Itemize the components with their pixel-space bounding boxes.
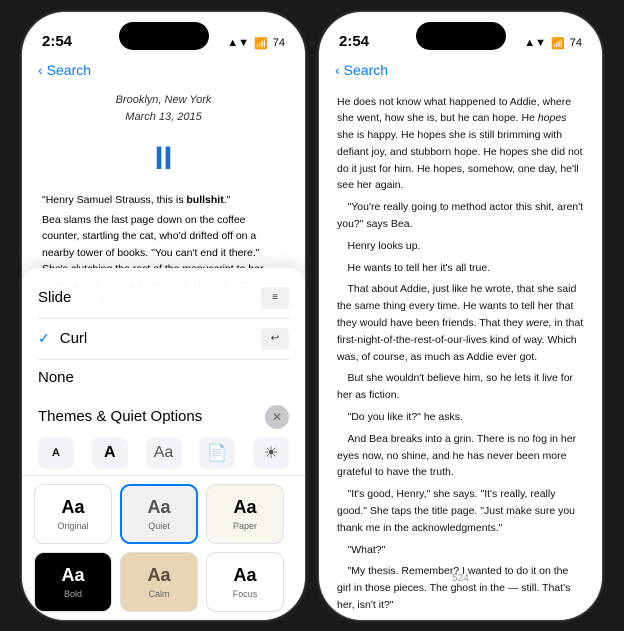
slide-text: Slide: [38, 289, 71, 306]
bold-sample: Aa: [61, 565, 84, 586]
book-para-1: "Henry Samuel Strauss, this is bullshit.…: [42, 192, 285, 208]
right-phone: 2:54 ▲▼ 📶 74 ‹ Search He does not know w…: [318, 11, 603, 621]
signal-icon: ▲▼: [227, 37, 249, 49]
slide-label: Slide: [38, 289, 71, 306]
chapter-number: II: [42, 133, 285, 184]
time-left: 2:54: [42, 33, 72, 50]
focus-label: Focus: [233, 589, 258, 599]
back-label-right: Search: [344, 62, 388, 78]
back-button-left[interactable]: ‹ Search: [38, 62, 289, 78]
font-style-button[interactable]: Aa: [146, 437, 182, 469]
chevron-left-icon-right: ‹: [335, 62, 340, 78]
slide-options: Slide ≡ ✓ Curl ↩: [22, 268, 305, 399]
dynamic-island: [119, 22, 209, 50]
signal-icon-right: ▲▼: [524, 37, 546, 49]
themes-header: Themes & Quiet Options ✕: [22, 399, 305, 431]
nav-bar-left[interactable]: ‹ Search: [22, 56, 305, 82]
read-para-2: "You're really going to method actor thi…: [337, 199, 584, 233]
small-a-label: A: [52, 447, 60, 459]
read-para-3: Henry looks up.: [337, 238, 584, 255]
page-number: 524: [319, 571, 602, 590]
quiet-label: Quiet: [148, 521, 170, 531]
slide-icon: ≡: [261, 287, 289, 309]
read-para-4: He wants to tell her it's all true.: [337, 260, 584, 277]
battery-right: 74: [570, 37, 582, 49]
format-icon: 📄: [207, 443, 227, 463]
read-para-6: But she wouldn't believe him, so he lets…: [337, 370, 584, 404]
paper-sample: Aa: [233, 497, 256, 518]
slide-option-slide[interactable]: Slide ≡: [38, 278, 289, 319]
book-location: Brooklyn, New YorkMarch 13, 2015: [42, 92, 285, 127]
theme-paper[interactable]: Aa Paper: [206, 484, 284, 544]
slide-right: ≡: [261, 287, 289, 309]
battery-left: 74: [273, 37, 285, 49]
phones-container: 2:54 ▲▼ 📶 74 ‹ Search Brooklyn, New York…: [21, 11, 603, 621]
back-button-right[interactable]: ‹ Search: [335, 62, 586, 78]
curl-icon: ↩: [261, 328, 289, 350]
brightness-icon: ☀: [264, 443, 278, 463]
slide-option-curl[interactable]: ✓ Curl ↩: [38, 319, 289, 360]
overlay-panel: Slide ≡ ✓ Curl ↩: [22, 268, 305, 620]
read-para-8: And Bea breaks into a grin. There is no …: [337, 431, 584, 481]
left-phone: 2:54 ▲▼ 📶 74 ‹ Search Brooklyn, New York…: [21, 11, 306, 621]
none-label-wrap: None: [38, 369, 74, 386]
none-text: None: [38, 369, 74, 386]
back-label-left: Search: [47, 62, 91, 78]
theme-original[interactable]: Aa Original: [34, 484, 112, 544]
brightness-button[interactable]: ☀: [253, 437, 289, 469]
large-a-label: A: [104, 444, 116, 462]
wifi-icon: 📶: [254, 37, 268, 50]
font-icon: Aa: [154, 444, 174, 462]
curl-label-wrap: ✓ Curl: [38, 330, 87, 347]
status-icons-left: ▲▼ 📶 74: [227, 37, 285, 50]
quiet-sample: Aa: [147, 497, 170, 518]
font-large-button[interactable]: A: [92, 437, 128, 469]
curl-text: Curl: [60, 330, 88, 347]
read-para-5: That about Addie, just like he wrote, th…: [337, 281, 584, 365]
themes-title: Themes & Quiet Options: [38, 408, 202, 425]
read-para-1: He does not know what happened to Addie,…: [337, 94, 584, 195]
theme-focus[interactable]: Aa Focus: [206, 552, 284, 612]
chevron-left-icon: ‹: [38, 62, 43, 78]
status-icons-right: ▲▼ 📶 74: [524, 37, 582, 50]
original-sample: Aa: [61, 497, 84, 518]
read-para-9: "It's good, Henry," she says. "It's real…: [337, 486, 584, 536]
theme-cards-grid: Aa Original Aa Quiet Aa Paper Aa Bold: [22, 476, 305, 620]
checkmark-icon: ✓: [38, 330, 50, 347]
time-right: 2:54: [339, 33, 369, 50]
read-para-10: "What?": [337, 542, 584, 559]
close-button[interactable]: ✕: [265, 405, 289, 429]
calm-sample: Aa: [147, 565, 170, 586]
paper-label: Paper: [233, 521, 257, 531]
original-label: Original: [57, 521, 88, 531]
nav-bar-right[interactable]: ‹ Search: [319, 56, 602, 82]
read-para-7: "Do you like it?" he asks.: [337, 409, 584, 426]
read-para-12: And of course, it is.: [337, 619, 584, 621]
bold-label: Bold: [64, 589, 82, 599]
dynamic-island-right: [416, 22, 506, 50]
toolbar: A A Aa 📄 ☀: [22, 431, 305, 476]
font-small-button[interactable]: A: [38, 437, 74, 469]
reading-content: He does not know what happened to Addie,…: [319, 82, 602, 621]
slide-option-none[interactable]: None: [38, 360, 289, 395]
wifi-icon-right: 📶: [551, 37, 565, 50]
theme-calm[interactable]: Aa Calm: [120, 552, 198, 612]
focus-sample: Aa: [233, 565, 256, 586]
format-button[interactable]: 📄: [199, 437, 235, 469]
curl-right: ↩: [261, 328, 289, 350]
calm-label: Calm: [148, 589, 169, 599]
theme-bold[interactable]: Aa Bold: [34, 552, 112, 612]
theme-quiet[interactable]: Aa Quiet: [120, 484, 198, 544]
